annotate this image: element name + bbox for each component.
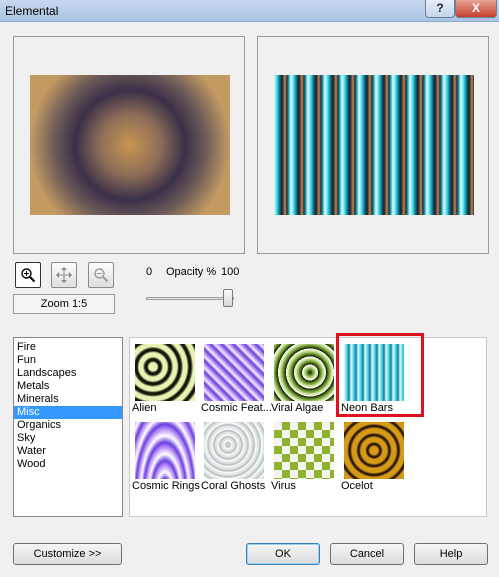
source-preview-image xyxy=(30,75,230,215)
texture-thumbnail xyxy=(135,422,195,479)
category-item-minerals[interactable]: Minerals xyxy=(14,393,122,406)
help-button[interactable]: Help xyxy=(414,543,488,565)
pan-button[interactable] xyxy=(51,262,77,288)
category-item-misc[interactable]: Misc xyxy=(14,406,122,419)
zoom-in-button[interactable] xyxy=(15,262,41,288)
texture-caption: Viral Algae xyxy=(271,402,324,414)
opacity-label: Opacity % xyxy=(166,266,217,278)
window-title: Elemental xyxy=(5,4,59,18)
help-titlebar-button[interactable]: ? xyxy=(425,0,455,18)
texture-thumbnail xyxy=(344,422,404,479)
ok-button[interactable]: OK xyxy=(246,543,320,565)
texture-caption: Coral Ghosts xyxy=(201,480,266,492)
zoom-in-icon xyxy=(21,268,36,283)
category-list[interactable]: Fire Fun Landscapes Metals Minerals Misc… xyxy=(13,337,123,517)
category-item-water[interactable]: Water xyxy=(14,445,122,458)
result-preview-image xyxy=(274,75,474,215)
close-icon: X xyxy=(471,1,480,15)
texture-caption: Cosmic Feat... xyxy=(201,402,272,414)
category-item-sky[interactable]: Sky xyxy=(14,432,122,445)
opacity-slider-thumb[interactable] xyxy=(223,289,233,307)
texture-caption: Cosmic Rings xyxy=(132,480,200,492)
zoom-level-label: Zoom 1:5 xyxy=(13,294,115,314)
help-icon: ? xyxy=(436,1,444,15)
opacity-slider-track[interactable] xyxy=(146,297,234,300)
texture-caption: Ocelot xyxy=(341,480,373,492)
category-item-metals[interactable]: Metals xyxy=(14,380,122,393)
zoom-out-icon xyxy=(94,268,109,283)
move-icon xyxy=(56,267,72,283)
texture-caption: Alien xyxy=(132,402,157,414)
category-item-landscapes[interactable]: Landscapes xyxy=(14,367,122,380)
opacity-min-label: 0 xyxy=(146,266,153,278)
close-button[interactable]: X xyxy=(455,0,497,18)
zoom-out-button[interactable] xyxy=(88,262,114,288)
highlight-annotation-box xyxy=(336,333,424,417)
category-item-fire[interactable]: Fire xyxy=(14,341,122,354)
texture-alien[interactable]: Alien xyxy=(131,340,199,424)
customize-button[interactable]: Customize >> xyxy=(13,543,122,565)
texture-thumbnail xyxy=(135,344,195,401)
source-preview xyxy=(13,36,245,254)
title-bar: Elemental ? X xyxy=(0,0,499,22)
texture-ocelot[interactable]: Ocelot xyxy=(340,418,408,502)
result-preview xyxy=(257,36,489,254)
texture-virus[interactable]: Virus xyxy=(270,418,338,502)
category-item-fun[interactable]: Fun xyxy=(14,354,122,367)
texture-gallery: Alien Cosmic Feat... Viral Algae Neon Ba… xyxy=(129,337,487,517)
opacity-max-label: 100 xyxy=(221,266,240,278)
texture-coral-ghosts[interactable]: Coral Ghosts xyxy=(200,418,268,502)
texture-thumbnail xyxy=(274,422,334,479)
texture-cosmic-rings[interactable]: Cosmic Rings xyxy=(131,418,200,502)
texture-viral-algae[interactable]: Viral Algae xyxy=(270,340,338,424)
texture-thumbnail xyxy=(204,422,264,479)
texture-caption: Virus xyxy=(271,480,296,492)
category-item-wood[interactable]: Wood xyxy=(14,458,122,471)
texture-thumbnail xyxy=(274,344,334,401)
texture-thumbnail xyxy=(204,344,264,401)
texture-cosmic-feathers[interactable]: Cosmic Feat... xyxy=(200,340,272,424)
category-item-organics[interactable]: Organics xyxy=(14,419,122,432)
cancel-button[interactable]: Cancel xyxy=(330,543,404,565)
